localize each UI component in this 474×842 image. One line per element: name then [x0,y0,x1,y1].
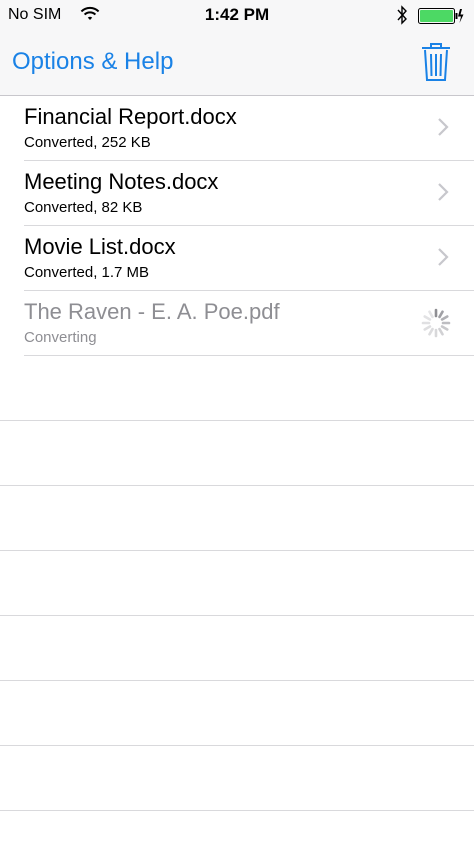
file-row[interactable]: Movie List.docx Converted, 1.7 MB [0,226,474,291]
status-bar: No SIM 1:42 PM [0,0,474,30]
empty-list-row [0,746,474,811]
options-help-button[interactable]: Options & Help [12,48,173,76]
file-row[interactable]: Financial Report.docx Converted, 252 KB [0,96,474,161]
file-name: Financial Report.docx [24,104,237,129]
trash-icon[interactable] [420,42,452,82]
chevron-right-icon [438,118,449,136]
bluetooth-icon [397,5,407,25]
file-status: Converting [24,329,97,346]
empty-list-row [0,356,474,421]
chevron-right-icon [438,183,449,201]
navigation-header: No SIM 1:42 PM Options & Help [0,0,474,96]
file-status: Converted, 82 KB [24,199,143,216]
file-name: Movie List.docx [24,234,176,259]
file-row[interactable]: Meeting Notes.docx Converted, 82 KB [0,161,474,226]
file-row-converting: The Raven - E. A. Poe.pdf Converting [0,291,474,356]
empty-list-row [0,616,474,681]
empty-list-row [0,421,474,486]
file-status: Converted, 1.7 MB [24,264,150,281]
chevron-right-icon [438,248,449,266]
empty-list-row [0,681,474,746]
spinner-icon [421,308,451,338]
empty-list-row [0,551,474,616]
file-list: Financial Report.docx Converted, 252 KB … [0,96,474,811]
battery-icon [418,8,464,24]
empty-list-row [0,486,474,551]
file-name: Meeting Notes.docx [24,169,219,194]
file-name: The Raven - E. A. Poe.pdf [24,299,280,324]
file-status: Converted, 252 KB [24,134,151,151]
